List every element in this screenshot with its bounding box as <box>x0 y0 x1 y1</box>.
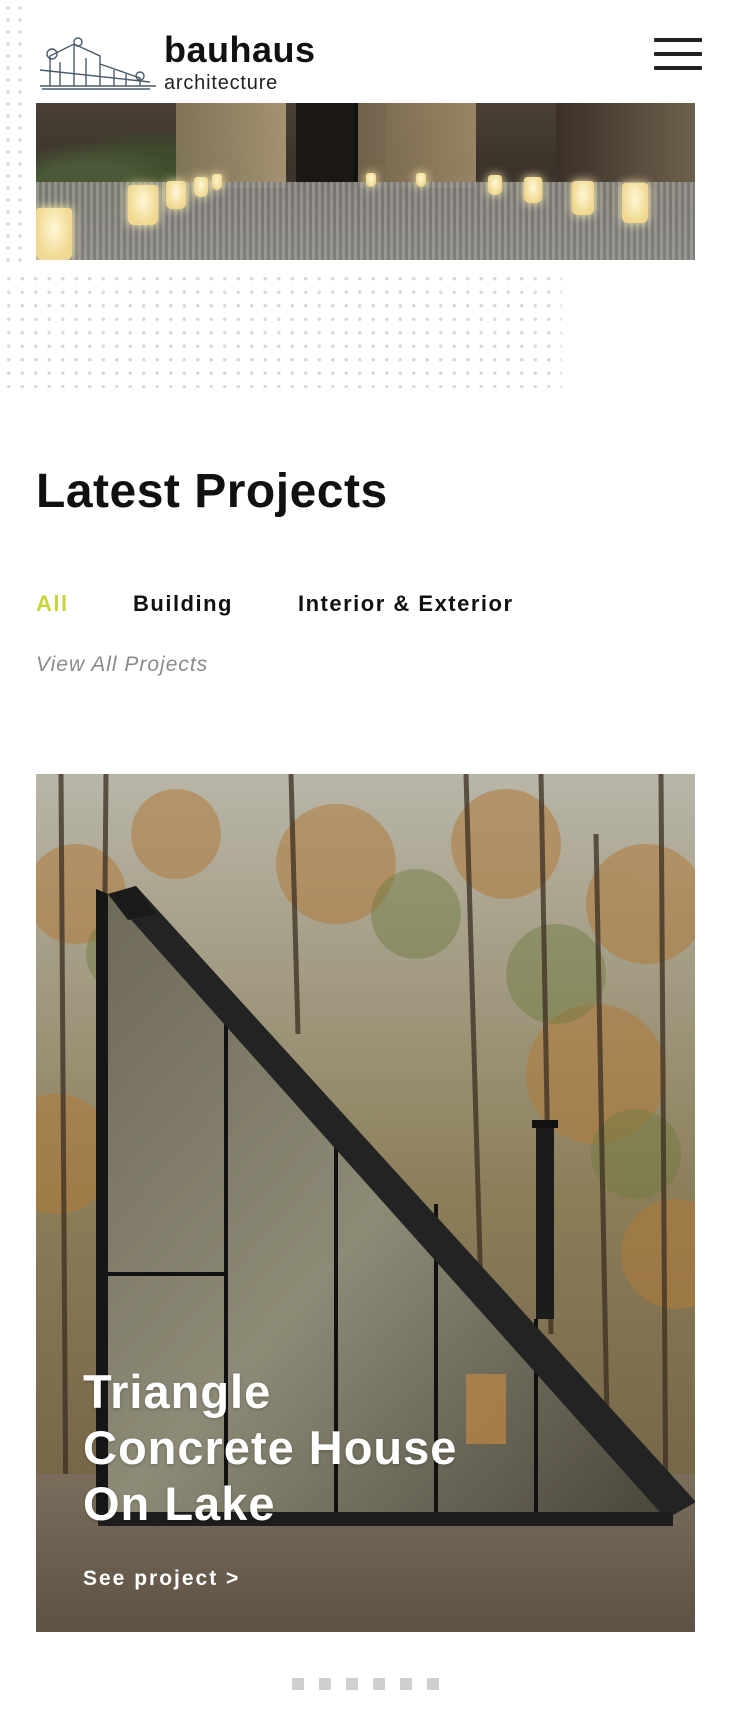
site-header: bauhaus architecture <box>36 26 702 98</box>
pagination-dot[interactable] <box>292 1678 304 1690</box>
project-card[interactable]: Triangle Concrete House On Lake See proj… <box>36 774 695 1632</box>
project-card-title: Triangle Concrete House On Lake <box>83 1365 458 1530</box>
view-all-projects-link[interactable]: View All Projects <box>36 652 208 678</box>
hero-image <box>36 103 695 260</box>
pagination-dot[interactable] <box>400 1678 412 1690</box>
brand-name[interactable]: bauhaus <box>164 30 316 70</box>
see-project-link[interactable]: See project > <box>83 1566 240 1592</box>
filter-tab-all[interactable]: All <box>36 590 69 618</box>
section-title: Latest Projects <box>36 465 388 518</box>
pagination-dot[interactable] <box>346 1678 358 1690</box>
brand-subtitle: architecture <box>164 72 279 94</box>
filter-tab-building[interactable]: Building <box>133 590 233 618</box>
dot-pattern-decoration <box>0 0 24 270</box>
pagination-dot[interactable] <box>427 1678 439 1690</box>
dot-pattern-decoration <box>0 270 562 388</box>
hamburger-menu-icon[interactable] <box>654 38 702 74</box>
pagination-dot[interactable] <box>373 1678 385 1690</box>
filter-tab-interior-exterior[interactable]: Interior & Exterior <box>298 590 514 618</box>
pagination-dot[interactable] <box>319 1678 331 1690</box>
building-sketch-icon[interactable] <box>39 34 156 94</box>
